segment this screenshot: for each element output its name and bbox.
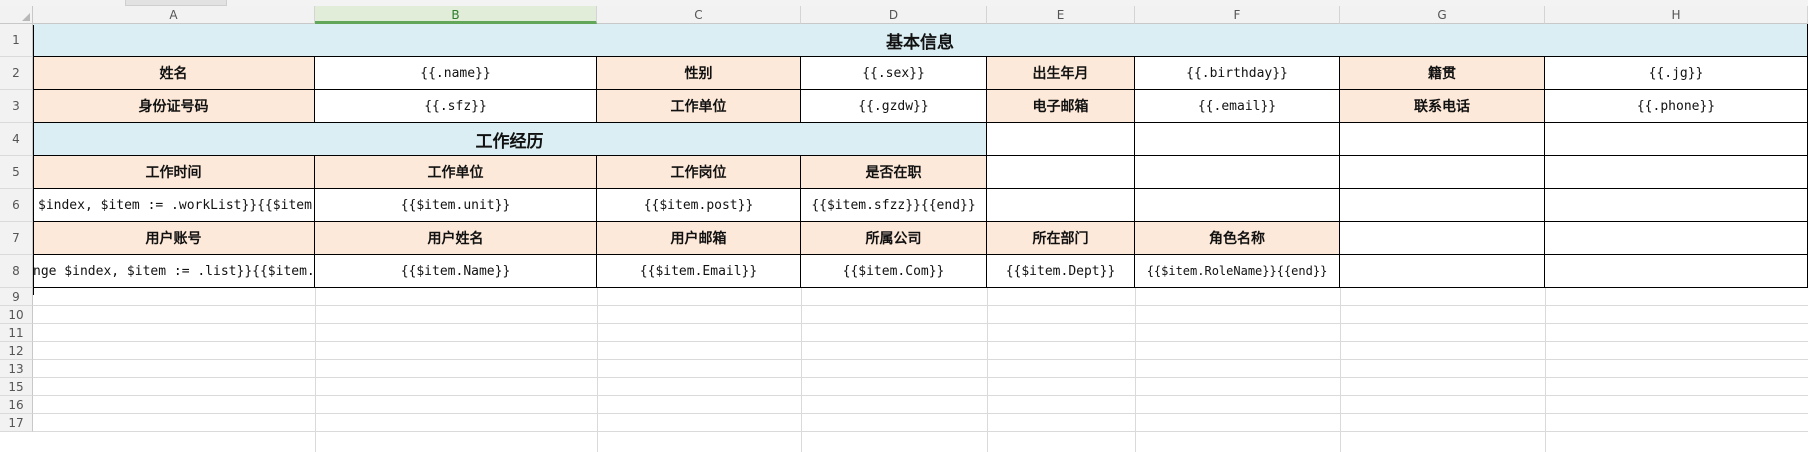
row-header-5[interactable]: 5 xyxy=(0,156,33,189)
gridline xyxy=(33,323,1808,324)
cell-f4[interactable] xyxy=(1135,123,1340,156)
gridline xyxy=(597,288,598,452)
gridline xyxy=(1545,288,1546,452)
cell-d5[interactable]: 是否在职 xyxy=(801,156,987,189)
cell-f2[interactable]: {{.birthday}} xyxy=(1135,57,1340,90)
gridline xyxy=(33,359,1808,360)
gridline xyxy=(33,377,1808,378)
row-header-2[interactable]: 2 xyxy=(0,57,33,90)
row-header-12[interactable]: 12 xyxy=(0,342,33,360)
cell-h6[interactable] xyxy=(1545,189,1808,222)
cell-e2[interactable]: 出生年月 xyxy=(987,57,1135,90)
cell-f8[interactable]: {{$item.RoleName}}{{end}} xyxy=(1135,255,1340,288)
row-header-3[interactable]: 3 xyxy=(0,90,33,123)
cell-g8[interactable] xyxy=(1340,255,1545,288)
cell-d7[interactable]: 所属公司 xyxy=(801,222,987,255)
cell-g6[interactable] xyxy=(1340,189,1545,222)
cell-b6[interactable]: {{$item.unit}} xyxy=(315,189,597,222)
cell-h3[interactable]: {{.phone}} xyxy=(1545,90,1808,123)
gridline xyxy=(33,395,1808,396)
cell-a5[interactable]: 工作时间 xyxy=(33,156,315,189)
cell-b7[interactable]: 用户姓名 xyxy=(315,222,597,255)
cell-g2[interactable]: 籍贯 xyxy=(1340,57,1545,90)
cell-h7[interactable] xyxy=(1545,222,1808,255)
cell-a8[interactable]: nge $index, $item := .list}}{{$item. xyxy=(33,255,315,288)
cell-e8[interactable]: {{$item.Dept}} xyxy=(987,255,1135,288)
cell-g4[interactable] xyxy=(1340,123,1545,156)
cell-e7[interactable]: 所在部门 xyxy=(987,222,1135,255)
gridline xyxy=(33,431,1808,432)
row-header-1[interactable]: 1 xyxy=(0,24,33,57)
column-header-c[interactable]: C xyxy=(597,6,801,24)
cell-b8[interactable]: {{$item.Name}} xyxy=(315,255,597,288)
gridline xyxy=(801,288,802,452)
column-header-g[interactable]: G xyxy=(1340,6,1545,24)
basic-info-title-cell[interactable]: 基本信息 xyxy=(33,24,1808,57)
cell-a3[interactable]: 身份证号码 xyxy=(33,90,315,123)
cell-c8[interactable]: {{$item.Email}} xyxy=(597,255,801,288)
row-header-11[interactable]: 11 xyxy=(0,324,33,342)
row-header-7[interactable]: 7 xyxy=(0,222,33,255)
cell-d3[interactable]: {{.gzdw}} xyxy=(801,90,987,123)
cell-h2[interactable]: {{.jg}} xyxy=(1545,57,1808,90)
cell-c2[interactable]: 性别 xyxy=(597,57,801,90)
cell-c5[interactable]: 工作岗位 xyxy=(597,156,801,189)
cell-b3[interactable]: {{.sfz}} xyxy=(315,90,597,123)
cell-d2[interactable]: {{.sex}} xyxy=(801,57,987,90)
cell-f5[interactable] xyxy=(1135,156,1340,189)
work-experience-title-cell[interactable]: 工作经历 xyxy=(33,123,987,156)
cell-e6[interactable] xyxy=(987,189,1135,222)
row-header-13[interactable]: 13 xyxy=(0,360,33,378)
cell-g3[interactable]: 联系电话 xyxy=(1340,90,1545,123)
cell-d8[interactable]: {{$item.Com}} xyxy=(801,255,987,288)
row-header-17[interactable]: 17 xyxy=(0,414,33,432)
cell-g5[interactable] xyxy=(1340,156,1545,189)
gridline xyxy=(33,413,1808,414)
row-header-4[interactable]: 4 xyxy=(0,123,33,156)
column-header-e[interactable]: E xyxy=(987,6,1135,24)
cell-f6[interactable] xyxy=(1135,189,1340,222)
cell-e4[interactable] xyxy=(987,123,1135,156)
cell-d6[interactable]: {{$item.sfzz}}{{end}} xyxy=(801,189,987,222)
row-header-15[interactable]: 15 xyxy=(0,378,33,396)
cell-h8[interactable] xyxy=(1545,255,1808,288)
cell-f7[interactable]: 角色名称 xyxy=(1135,222,1340,255)
cell-c7[interactable]: 用户邮箱 xyxy=(597,222,801,255)
spreadsheet-grid[interactable]: A B C D E F G H 1 2 3 4 5 6 7 8 9 10 11 … xyxy=(0,6,1808,452)
cell-a6[interactable]: $index, $item := .workList}}{{$item xyxy=(33,189,315,222)
cell-a7[interactable]: 用户账号 xyxy=(33,222,315,255)
gridline xyxy=(1135,288,1136,452)
row-header-9[interactable]: 9 xyxy=(0,288,33,306)
cell-b2[interactable]: {{.name}} xyxy=(315,57,597,90)
select-all-triangle-icon xyxy=(22,13,30,21)
cell-f3[interactable]: {{.email}} xyxy=(1135,90,1340,123)
gridline xyxy=(33,341,1808,342)
cell-a2[interactable]: 姓名 xyxy=(33,57,315,90)
column-header-a[interactable]: A xyxy=(33,6,315,24)
column-header-f[interactable]: F xyxy=(1135,6,1340,24)
cell-e3[interactable]: 电子邮箱 xyxy=(987,90,1135,123)
row-header-8[interactable]: 8 xyxy=(0,255,33,288)
gridline xyxy=(315,288,316,452)
gridline xyxy=(987,288,988,452)
row-header-10[interactable]: 10 xyxy=(0,306,33,324)
cell-h4[interactable] xyxy=(1545,123,1808,156)
cell-c6[interactable]: {{$item.post}} xyxy=(597,189,801,222)
column-header-h[interactable]: H xyxy=(1545,6,1808,24)
column-header-d[interactable]: D xyxy=(801,6,987,24)
cell-g7[interactable] xyxy=(1340,222,1545,255)
cell-e5[interactable] xyxy=(987,156,1135,189)
gridline xyxy=(1340,288,1341,452)
cell-h5[interactable] xyxy=(1545,156,1808,189)
select-all-corner[interactable] xyxy=(0,6,33,24)
cell-c3[interactable]: 工作单位 xyxy=(597,90,801,123)
cell-b5[interactable]: 工作单位 xyxy=(315,156,597,189)
gridline xyxy=(33,305,1808,306)
table-left-border xyxy=(33,25,34,295)
row-header-6[interactable]: 6 xyxy=(0,189,33,222)
row-header-16[interactable]: 16 xyxy=(0,396,33,414)
column-header-b[interactable]: B xyxy=(315,6,597,24)
